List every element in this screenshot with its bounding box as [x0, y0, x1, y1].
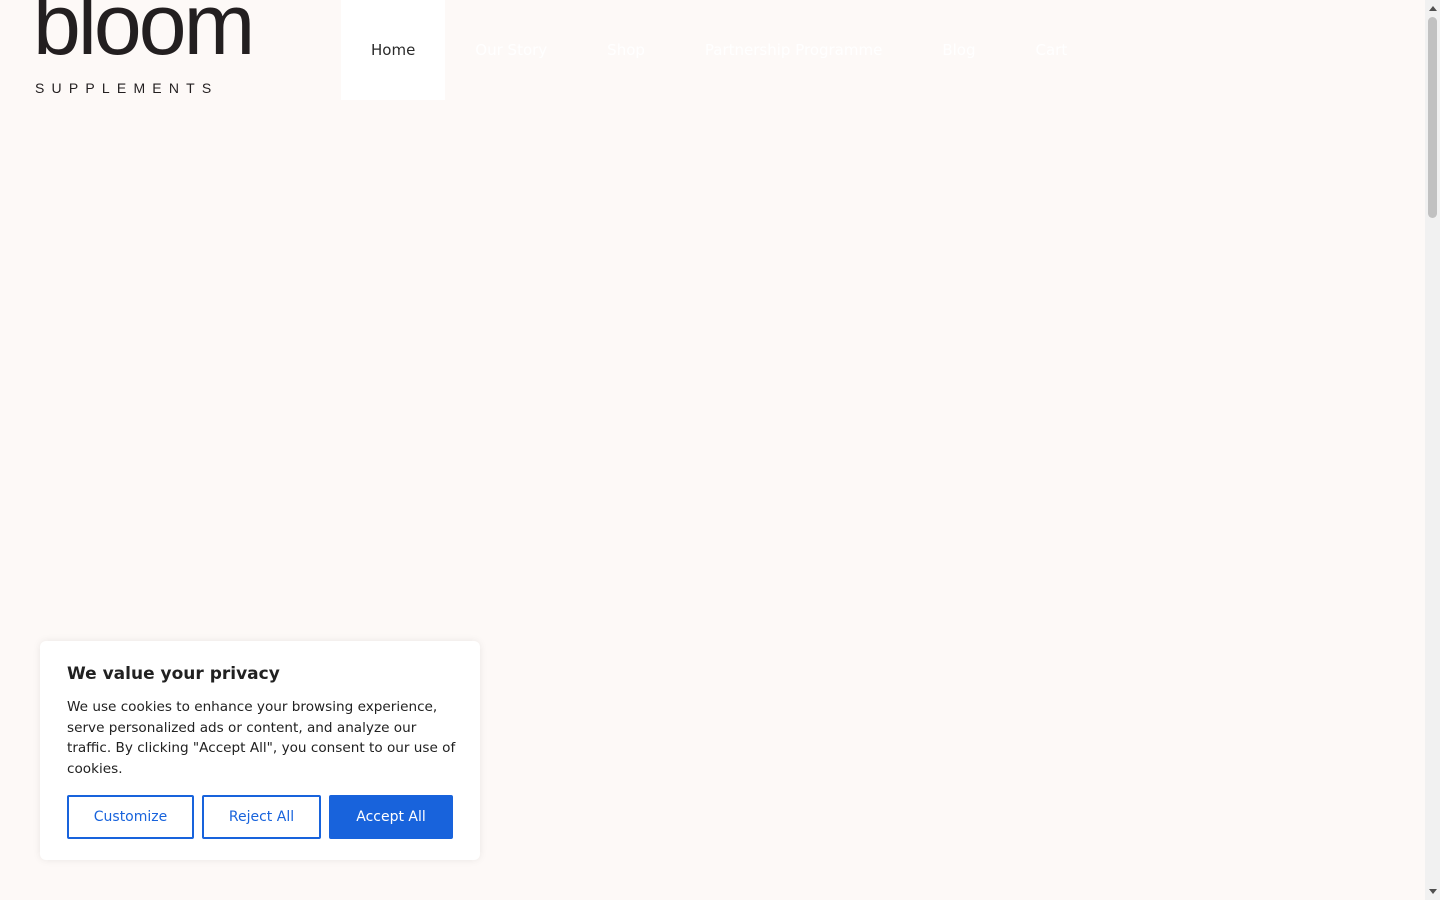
nav-item-partnership-programme[interactable]: Partnership Programme [675, 0, 912, 100]
scrollbar-thumb[interactable] [1428, 17, 1437, 218]
reject-all-button[interactable]: Reject All [202, 795, 321, 839]
logo-subtitle: SUPPLEMENTS [35, 80, 219, 96]
scroll-up-button[interactable] [1425, 0, 1440, 17]
logo-wordmark: bloom [33, 0, 255, 73]
site-header: bloom SUPPLEMENTS Home Our Story Shop Pa… [0, 0, 1425, 100]
nav-item-our-story[interactable]: Our Story [445, 0, 577, 100]
cookie-description: We use cookies to enhance your browsing … [67, 699, 456, 777]
customize-button[interactable]: Customize [67, 795, 194, 839]
scroll-down-button[interactable] [1425, 883, 1440, 900]
nav-item-shop[interactable]: Shop [577, 0, 675, 100]
nav-item-home[interactable]: Home [341, 0, 446, 100]
cookie-title: We value your privacy [67, 664, 280, 684]
nav-item-cart[interactable]: Cart [1006, 0, 1098, 100]
cookie-button-group: Customize Reject All Accept All [67, 795, 453, 839]
accept-all-button[interactable]: Accept All [329, 795, 453, 839]
cookie-consent-banner: We value your privacy We use cookies to … [40, 641, 480, 860]
arrow-up-icon [1428, 6, 1437, 11]
arrow-down-icon [1428, 889, 1437, 894]
vertical-scrollbar[interactable] [1425, 0, 1440, 900]
nav-item-blog[interactable]: Blog [912, 0, 1005, 100]
main-nav: Home Our Story Shop Partnership Programm… [341, 0, 1097, 100]
bloom-logo[interactable]: bloom SUPPLEMENTS [33, 0, 255, 98]
page: bloom SUPPLEMENTS Home Our Story Shop Pa… [0, 0, 1440, 900]
